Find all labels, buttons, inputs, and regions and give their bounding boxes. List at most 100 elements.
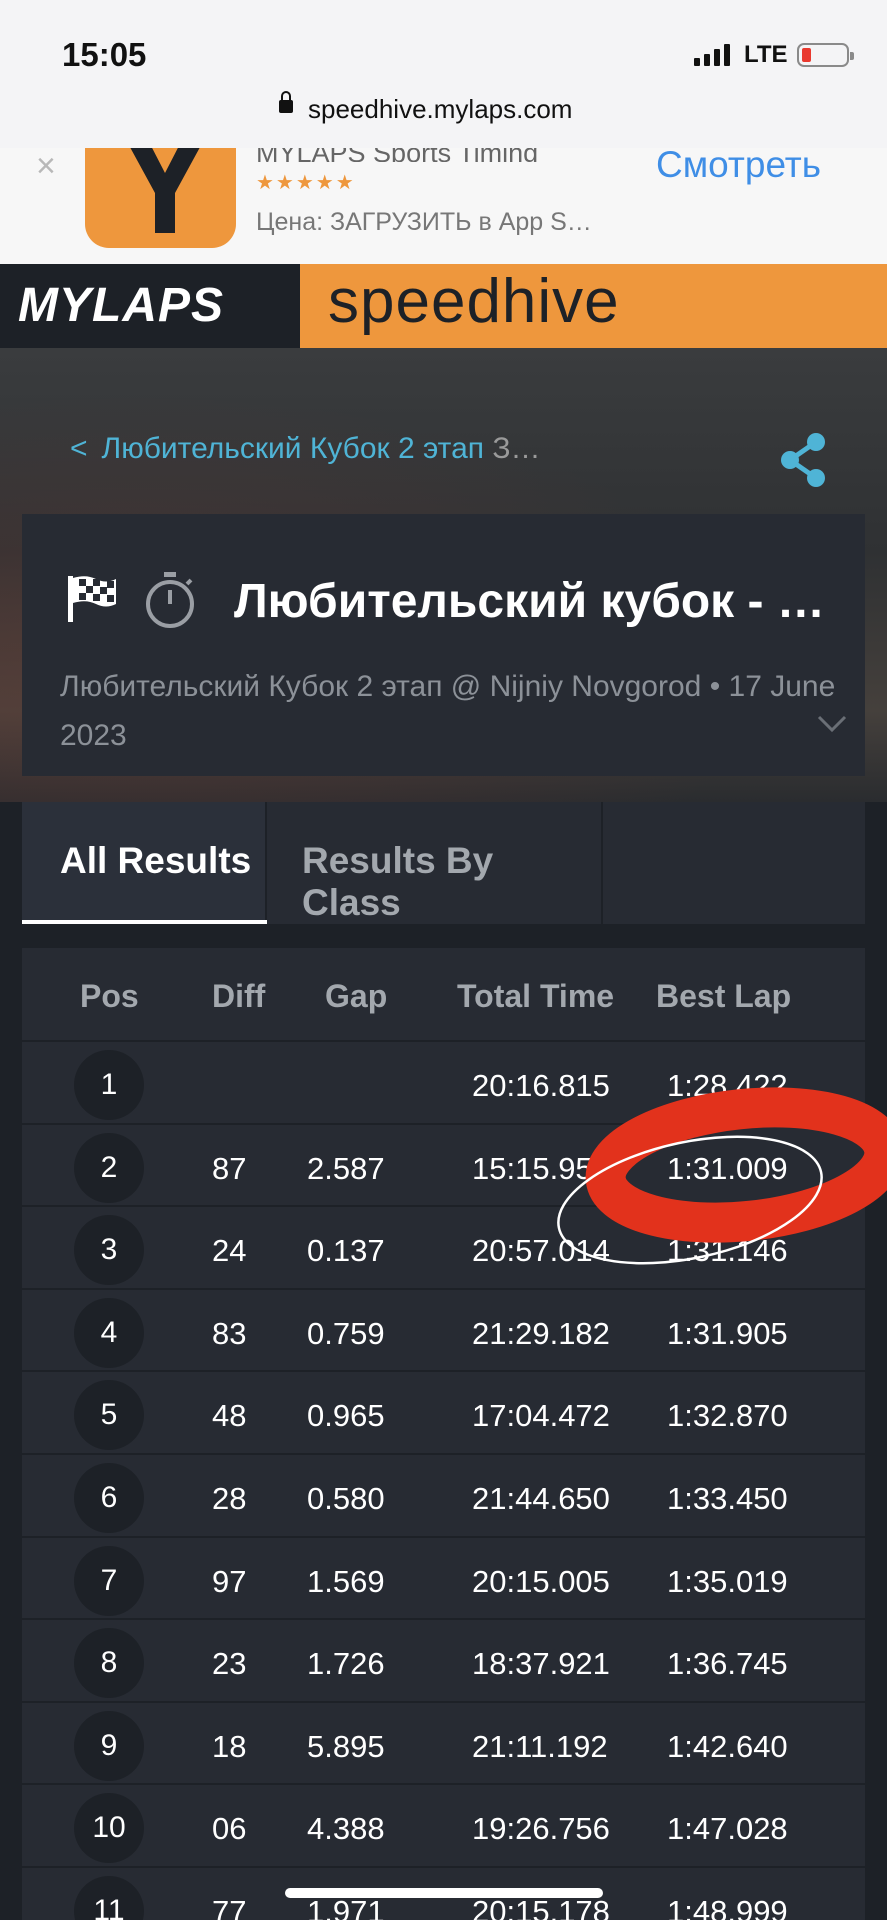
event-title: Любительский кубок - … [234,575,825,628]
cell-diff: 06 [212,1811,247,1847]
breadcrumb[interactable]: < Любительский Кубок 2 этап З… [70,432,540,466]
checkered-flag-icon [66,574,118,624]
cell-total-time: 20:57.014 [472,1233,610,1269]
table-row[interactable]: 2 87 2.587 15:15.958 1:31.009 [22,1125,865,1208]
cell-gap: 0.759 [307,1315,385,1351]
chevron-left-icon: < [70,432,88,465]
mylaps-logo[interactable]: MYLAPS [18,278,224,333]
cell-total-time: 15:15.958 [472,1150,610,1186]
table-row[interactable]: 7 97 1.569 20:15.005 1:35.019 [22,1538,865,1621]
status-bar: 15:05 LTE speedhive.mylaps.com [0,0,887,148]
share-icon[interactable] [778,432,828,488]
table-row[interactable]: 8 23 1.726 18:37.921 1:36.745 [22,1620,865,1703]
cell-gap: 5.895 [307,1728,385,1764]
results-table: Pos Diff Gap Total Time Best Lap 1 20:16.… [22,948,865,1920]
column-header-diff[interactable]: Diff [212,978,272,1015]
cell-total-time: 21:29.182 [472,1315,610,1351]
table-row[interactable]: 1 20:16.815 1:28.422 [22,1042,865,1125]
cell-diff: 48 [212,1398,247,1434]
home-indicator [285,1888,603,1898]
view-app-button[interactable]: Смотреть [656,148,821,186]
position-badge: 2 [74,1132,144,1203]
table-body: 1 20:16.815 1:28.422 2 87 2.587 15:15.958 1:31.… [22,1042,865,1920]
network-type: LTE [744,41,788,68]
column-header-pos[interactable]: Pos [80,978,139,1015]
tab-label: All Results [60,840,252,881]
close-icon[interactable]: × [36,148,56,184]
cell-best-lap: 1:47.028 [667,1811,788,1847]
cell-gap: 0.580 [307,1480,385,1516]
cell-diff: 87 [212,1150,247,1186]
status-time: 15:05 [62,36,147,73]
lock-icon [279,91,293,113]
position-badge: 6 [74,1462,144,1533]
cell-diff: 77 [212,1893,247,1920]
table-row[interactable]: 9 18 5.895 21:11.192 1:42.640 [22,1703,865,1786]
cell-best-lap: 1:28.422 [667,1068,788,1103]
cell-gap: 4.388 [307,1811,385,1847]
cell-gap: 0.965 [307,1398,385,1434]
cell-diff: 28 [212,1480,247,1516]
cell-gap: 2.587 [307,1150,385,1186]
position-badge: 11 [74,1875,144,1920]
cell-total-time: 20:15.005 [472,1563,610,1599]
cell-total-time: 20:16.815 [472,1068,610,1103]
position-badge: 7 [74,1545,144,1616]
speedhive-logo[interactable]: speedhive [328,266,620,337]
cell-best-lap: 1:31.146 [667,1233,788,1269]
rating-stars: ★★★★★ [256,172,356,194]
url-bar[interactable]: speedhive.mylaps.com [308,94,572,125]
cell-total-time: 21:44.650 [472,1480,610,1516]
tab-results-by-class[interactable]: Results By Class [267,802,603,924]
cell-gap: 1.726 [307,1646,385,1682]
speedhive-bar: speedhive [300,264,887,348]
signal-icon [694,44,730,66]
cell-diff: 97 [212,1563,247,1599]
cell-diff: 24 [212,1233,247,1269]
chevron-down-icon[interactable] [816,714,848,734]
cell-total-time: 17:04.472 [472,1398,610,1434]
column-header-gap[interactable]: Gap [325,978,387,1015]
app-name: MYLAPS Sports Timing [256,148,538,162]
breadcrumb-rest: З… [492,432,541,465]
table-header: Pos Diff Gap Total Time Best Lap [22,948,865,1042]
active-tab-indicator [22,920,267,924]
app-icon[interactable] [85,148,236,248]
table-row[interactable]: 10 06 4.388 19:26.756 1:47.028 [22,1785,865,1868]
position-badge: 9 [74,1710,144,1781]
cell-best-lap: 1:33.450 [667,1480,788,1516]
position-badge: 10 [74,1793,144,1864]
cell-diff: 18 [212,1728,247,1764]
tab-label: Results By Class [302,840,494,923]
cell-diff: 23 [212,1646,247,1682]
cell-best-lap: 1:48.999 [667,1893,788,1920]
cell-best-lap: 1:31.905 [667,1315,788,1351]
cell-best-lap: 1:31.009 [667,1150,788,1186]
cell-total-time: 21:11.192 [472,1728,608,1764]
cell-best-lap: 1:42.640 [667,1728,788,1764]
table-row[interactable]: 3 24 0.137 20:57.014 1:31.146 [22,1207,865,1290]
table-row[interactable]: 4 83 0.759 21:29.182 1:31.905 [22,1290,865,1373]
cell-best-lap: 1:35.019 [667,1563,788,1599]
position-badge: 1 [74,1050,144,1120]
event-card: Любительский кубок - … Любительский Кубо… [22,514,865,776]
results-tabs: All Results Results By Class [22,802,865,924]
cell-gap: 0.137 [307,1233,385,1269]
table-row[interactable]: 6 28 0.580 21:44.650 1:33.450 [22,1455,865,1538]
tab-all-results[interactable]: All Results [22,802,267,924]
column-header-total-time[interactable]: Total Time [457,978,614,1015]
cell-best-lap: 1:36.745 [667,1646,788,1682]
app-store-banner: × MYLAPS Sports Timing ★★★★★ Цена: ЗАГРУ… [0,148,887,264]
position-badge: 3 [74,1215,144,1286]
cell-total-time: 18:37.921 [472,1646,610,1682]
position-badge: 5 [74,1380,144,1451]
breadcrumb-link[interactable]: Любительский Кубок 2 этап [102,432,484,465]
cell-gap: 1.569 [307,1563,385,1599]
table-row[interactable]: 5 48 0.965 17:04.472 1:32.870 [22,1372,865,1455]
cell-best-lap: 1:32.870 [667,1398,788,1434]
position-badge: 8 [74,1628,144,1699]
event-subtitle: Любительский Кубок 2 этап @ Nijniy Novgo… [60,670,836,752]
site-header: MYLAPS speedhive [0,264,887,348]
column-header-best-lap[interactable]: Best Lap [656,978,791,1015]
cell-diff: 83 [212,1315,247,1351]
